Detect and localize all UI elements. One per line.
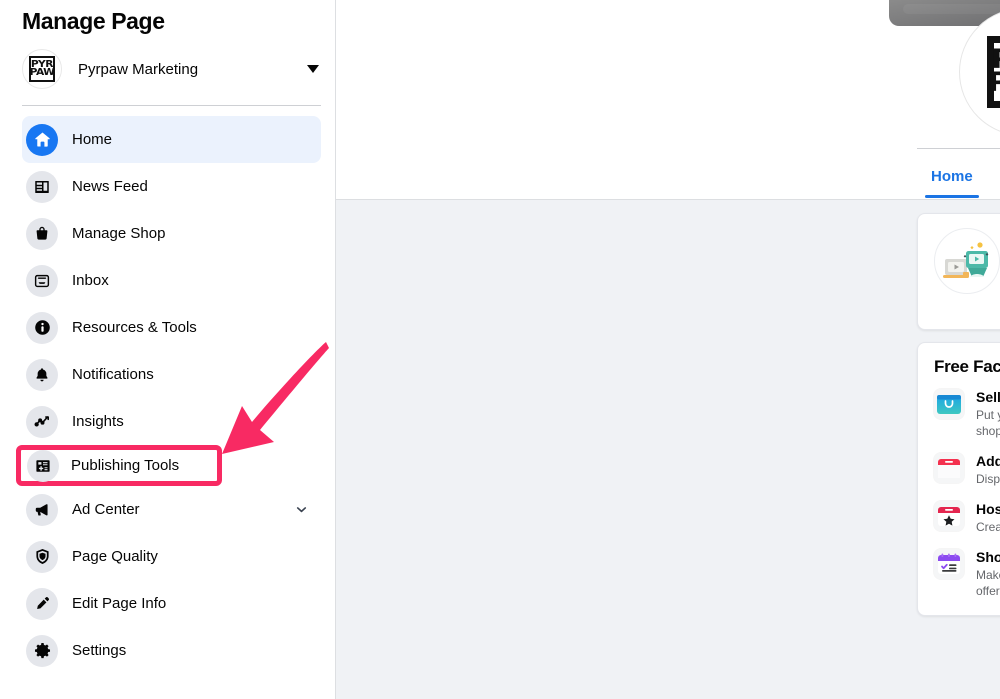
page-profile-header: PYR PAW Home xyxy=(889,0,1000,200)
tool-title: Host an Event xyxy=(976,501,1000,517)
profile-logo-line-2: PAW xyxy=(987,69,1000,96)
event-star-icon xyxy=(934,501,964,531)
sidebar-item-label: Settings xyxy=(72,642,127,659)
promo-card[interactable]: Reach more people Try boosting a post to… xyxy=(917,213,1000,330)
sidebar-item-label: Home xyxy=(72,131,113,148)
tool-item-sell-products[interactable]: Sell products Put your products in front… xyxy=(934,389,1000,439)
sidebar-item-page-quality[interactable]: Page Quality xyxy=(22,533,321,580)
tool-body: Host an Event Create events that people … xyxy=(964,501,1000,535)
tool-title: Add a Job post xyxy=(976,453,1000,469)
sidebar-item-label: Insights xyxy=(72,413,124,430)
sidebar-item-label: Notifications xyxy=(72,366,154,383)
sidebar-item-label: Resources & Tools xyxy=(72,319,197,336)
shopping-bag-icon xyxy=(26,217,58,250)
page-title: Manage Page xyxy=(22,8,165,34)
tool-title: Show your Services xyxy=(976,549,1000,565)
manage-page-sidebar: Manage Page PYR PAW Pyrpaw Marketing Hom… xyxy=(0,0,336,699)
sidebar-item-manage-shop[interactable]: Manage Shop xyxy=(22,210,321,257)
sidebar-item-label: Ad Center xyxy=(72,501,140,518)
sidebar-item-label: Edit Page Info xyxy=(72,595,167,612)
sidebar-item-settings[interactable]: Settings xyxy=(22,627,321,674)
services-list-icon xyxy=(934,549,964,579)
main-content: PYR PAW Home xyxy=(336,0,1000,699)
tool-body: Sell products Put your products in front… xyxy=(964,389,1000,439)
page-root: Manage Page PYR PAW Pyrpaw Marketing Hom… xyxy=(0,0,1000,699)
tool-description: Make a list of services your business of… xyxy=(976,568,1000,598)
page-name-label: Pyrpaw Marketing xyxy=(78,60,199,78)
sidebar-item-label: Inbox xyxy=(72,272,109,289)
sidebar-item-insights[interactable]: Insights xyxy=(22,398,321,445)
bell-icon xyxy=(26,358,58,391)
page-avatar[interactable]: PYR PAW xyxy=(959,8,1000,136)
tool-item-host-an-event[interactable]: Host an Event Create events that people … xyxy=(934,501,1000,535)
publishing-tools-icon xyxy=(27,449,59,482)
caret-down-icon[interactable] xyxy=(307,65,319,73)
sidebar-item-publishing-tools[interactable]: Publishing Tools xyxy=(16,445,222,486)
tool-title: Sell products xyxy=(976,389,1000,405)
video-creation-illustration-icon xyxy=(934,228,1000,294)
job-post-icon xyxy=(934,453,964,483)
tool-body: Show your Services Make a list of servic… xyxy=(964,549,1000,599)
news-feed-icon xyxy=(26,170,58,203)
sidebar-nav: Home News Feed Manage Shop Inbox Resourc… xyxy=(0,106,335,674)
home-icon xyxy=(26,123,58,156)
megaphone-icon xyxy=(26,493,58,526)
sidebar-item-label: Page Quality xyxy=(72,548,158,565)
sidebar-item-label: Manage Shop xyxy=(72,225,166,242)
shield-icon xyxy=(26,540,58,573)
gear-icon xyxy=(26,634,58,667)
tool-description: Create events that people can attend. xyxy=(976,520,1000,534)
info-icon xyxy=(26,311,58,344)
logo-line-2: PAW xyxy=(29,67,55,78)
insights-chart-icon xyxy=(26,405,58,438)
sidebar-item-home[interactable]: Home xyxy=(22,116,321,163)
sidebar-item-label: News Feed xyxy=(72,178,148,195)
chevron-down-icon[interactable] xyxy=(294,502,309,517)
page-tabs: Home xyxy=(917,156,987,198)
sidebar-item-edit-page-info[interactable]: Edit Page Info xyxy=(22,580,321,627)
sidebar-item-notifications[interactable]: Notifications xyxy=(22,351,321,398)
free-facebook-tools-card: Free Facebook Tools Sell products Put yo… xyxy=(917,342,1000,616)
card-heading: Free Facebook Tools xyxy=(934,357,1000,376)
sidebar-item-resources-tools[interactable]: Resources & Tools xyxy=(22,304,321,351)
sidebar-item-label: Publishing Tools xyxy=(71,457,180,474)
sidebar-item-inbox[interactable]: Inbox xyxy=(22,257,321,304)
tab-home[interactable]: Home xyxy=(917,156,987,198)
shop-bag-icon xyxy=(934,389,964,419)
sidebar-item-ad-center[interactable]: Ad Center xyxy=(22,486,321,533)
tool-body: Add a Job post Display the jobs you have… xyxy=(964,453,1000,487)
tool-description: Put your products in front of millions o… xyxy=(976,408,1000,438)
pencil-icon xyxy=(26,587,58,620)
page-selector[interactable]: PYR PAW Pyrpaw Marketing xyxy=(22,45,321,93)
pyrpaw-logo-icon: PYR PAW xyxy=(22,49,62,89)
right-rail: Reach more people Try boosting a post to… xyxy=(917,213,1000,628)
tool-item-add-job-post[interactable]: Add a Job post Display the jobs you have… xyxy=(934,453,1000,487)
profile-divider xyxy=(917,148,1000,149)
inbox-icon xyxy=(26,264,58,297)
tool-item-show-your-services[interactable]: Show your Services Make a list of servic… xyxy=(934,549,1000,599)
sidebar-item-news-feed[interactable]: News Feed xyxy=(22,163,321,210)
tool-description: Display the jobs you have available. xyxy=(976,472,1000,486)
